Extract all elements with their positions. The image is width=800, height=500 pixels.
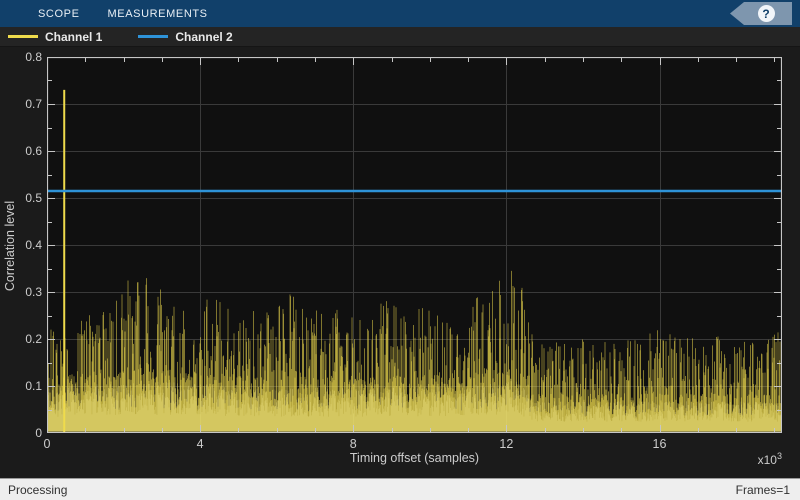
figure-area: 0 0.1 0.2 0.3 0.4 0.5 0.6 0.7 0.8 0 4 8 12 16 Correla…	[0, 47, 800, 478]
channel-2-line-sample	[138, 35, 169, 38]
status-bar: Processing Frames=1	[0, 478, 800, 500]
x-tick-label: 12	[499, 437, 514, 451]
legend-item-channel-1[interactable]: Channel 1	[8, 30, 102, 44]
help-icon: ?	[757, 5, 775, 22]
y-tick-label: 0.2	[25, 332, 42, 346]
y-tick-label: 0.6	[25, 144, 42, 158]
channel-2-label: Channel 2	[175, 29, 233, 44]
channel-1-label: Channel 1	[45, 29, 103, 44]
x-tick-label: 16	[652, 437, 667, 451]
tab-measurements[interactable]: MEASUREMENTS	[94, 0, 222, 27]
scope-window: SCOPE MEASUREMENTS ? Channel 1 Channel 2…	[0, 0, 800, 500]
y-tick-label: 0.7	[25, 97, 42, 111]
help-button[interactable]: ?	[730, 2, 792, 25]
channel-1-line-sample	[8, 35, 38, 38]
legend-item-channel-2[interactable]: Channel 2	[138, 29, 233, 44]
x-axis-multiplier: x103	[757, 451, 782, 467]
tab-scope[interactable]: SCOPE	[24, 0, 94, 27]
x-tick-label: 4	[196, 437, 204, 451]
y-tick-label: 0.1	[25, 379, 42, 393]
y-axis-label: Correlation level	[3, 200, 17, 292]
toolstrip: SCOPE MEASUREMENTS ?	[0, 0, 800, 27]
x-tick-label: 0	[43, 437, 51, 451]
x-tick-label: 8	[349, 437, 357, 451]
plot-canvas[interactable]	[47, 57, 782, 433]
frames-counter: Frames=1	[735, 482, 790, 497]
y-tick-label: 0.8	[25, 50, 42, 64]
status-message: Processing	[8, 482, 68, 497]
legend-bar: Channel 1 Channel 2	[0, 27, 800, 47]
